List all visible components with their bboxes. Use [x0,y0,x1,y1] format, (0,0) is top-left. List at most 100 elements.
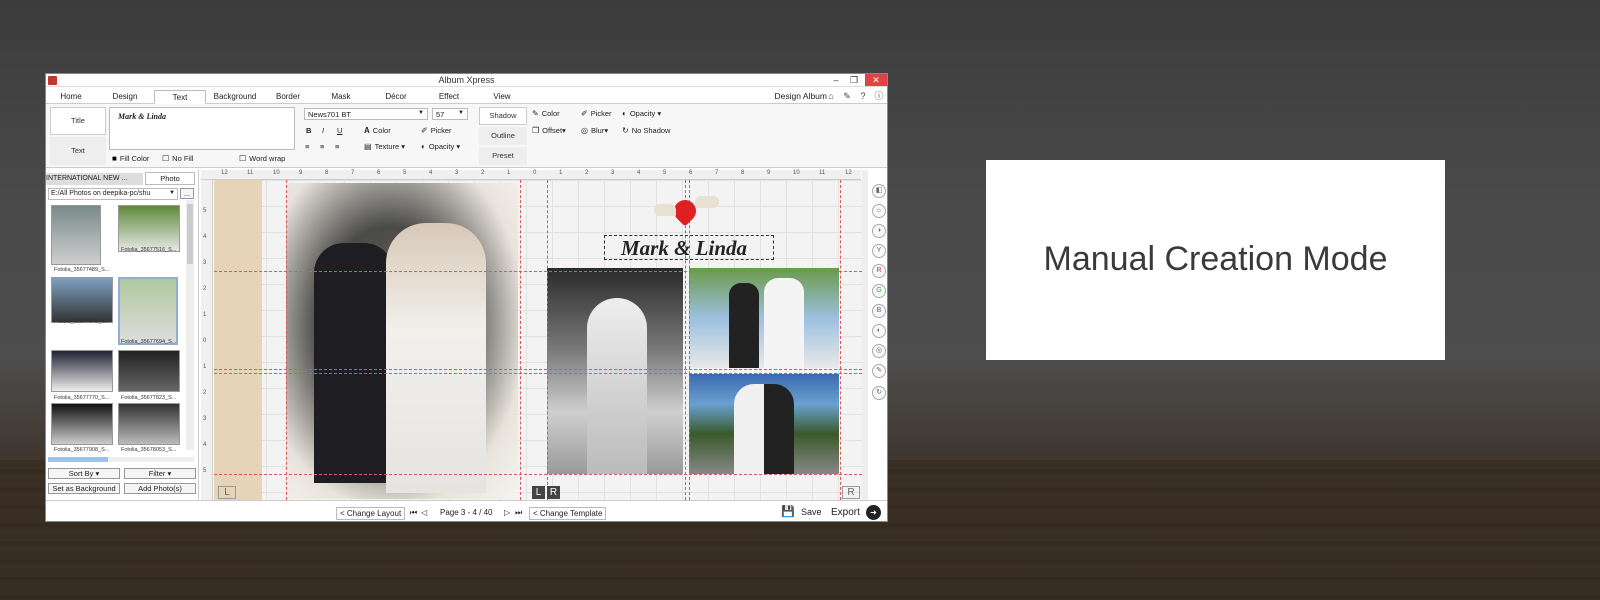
photo-thumbnail[interactable] [118,403,180,445]
offset-button[interactable]: ❐ Offset▾ [532,126,566,136]
tab-design[interactable]: Design [104,90,146,104]
photo-thumbnail[interactable] [118,205,180,252]
photo-thumbnail[interactable] [51,205,101,265]
tab-home[interactable]: Home [52,90,90,104]
brush-tool-icon[interactable]: ✎ [872,364,886,378]
folder-path-value: E:/All Photos on deepika-pc/shu [51,190,151,197]
red-tool-icon[interactable]: R [872,264,886,278]
photo-thumbnail[interactable] [51,403,113,445]
text-color-button[interactable]: A Color [364,126,391,136]
tab-effect[interactable]: Effect [429,90,469,104]
vignette-tool-icon[interactable]: ◎ [872,344,886,358]
browse-button[interactable]: ... [180,188,194,199]
folder-tab[interactable]: INTERNATIONAL NEW ... [46,173,143,185]
guide-line [214,369,862,370]
text-opacity-button[interactable]: ◐ Opacity ▾ [421,142,460,152]
photo-thumbnail[interactable] [51,350,113,392]
no-shadow-button[interactable]: ↻ No Shadow [622,126,670,136]
text-entry-field[interactable]: Mark & Linda [109,107,295,150]
tab-view[interactable]: View [484,90,520,104]
photo-thumbnail-selected[interactable] [118,277,178,345]
first-page-icon[interactable]: ⏮ [410,507,417,518]
couple-photo-bottom-right[interactable] [689,374,839,474]
preset-tab[interactable]: Preset [479,147,527,165]
align-right-icon[interactable]: ≡ [335,142,339,152]
wrench-icon[interactable]: ✎ [842,91,852,101]
filter-dropdown[interactable]: Filter ▾ [124,468,196,479]
shadow-color-button[interactable]: ✎ Color [532,109,560,119]
brightness-tool-icon[interactable]: ☼ [872,204,886,218]
yellow-tool-icon[interactable]: Y [872,244,886,258]
reset-tool-icon[interactable]: ↻ [872,386,886,400]
text-picker-button[interactable]: ✐ Picker [421,126,452,136]
bold-button[interactable]: B [306,126,311,136]
photo-thumbnail[interactable] [118,350,180,392]
checkbox-icon: ☐ [162,154,170,163]
change-template-button[interactable]: < Change Template [529,507,607,520]
tab-text[interactable]: Text [154,90,206,104]
info-icon[interactable]: ⓘ [874,91,884,101]
tab-background[interactable]: Background [209,90,261,104]
menu-tabs: Home Design Text Background Border Mask … [46,88,887,104]
home-icon[interactable]: ⌂ [826,91,836,101]
tab-mask[interactable]: Mask [322,90,360,104]
green-tool-icon[interactable]: G [872,284,886,298]
blue-tool-icon[interactable]: B [872,304,886,318]
title-mode-button[interactable]: Title [50,107,106,135]
fill-color-option[interactable]: ■ Fill Color [112,154,149,164]
export-button[interactable]: Export [831,507,860,518]
contrast-tool-icon[interactable]: ◑ [872,224,886,238]
shadow-opacity-button[interactable]: ◐ Opacity ▾ [622,109,661,119]
font-size-select[interactable]: 57 ▼ [432,108,468,120]
change-layout-button[interactable]: < Change Layout [336,507,406,520]
canvas-scrollbar[interactable] [862,170,868,500]
title-text[interactable]: Mark & Linda [621,236,747,261]
design-album-label[interactable]: Design Album [775,91,827,101]
last-page-icon[interactable]: ⏭ [515,507,522,518]
tab-border[interactable]: Border [268,90,308,104]
photo-thumbnail[interactable] [51,277,113,323]
text-mode-button[interactable]: Text [50,137,106,165]
outline-tab[interactable]: Outline [479,127,527,145]
no-fill-option[interactable]: ☐ No Fill [162,154,193,164]
shadow-tab[interactable]: Shadow [479,107,527,125]
scrollbar-thumb[interactable] [187,204,193,264]
ruler-tick-label: 1 [559,170,563,176]
shadow-picker-button[interactable]: ✐ Picker [581,109,612,119]
title-text-box[interactable]: Mark & Linda [604,235,774,260]
couple-photo-top-right[interactable] [689,268,839,368]
saturation-tool-icon[interactable]: ◐ [872,324,886,338]
save-icon[interactable]: 💾 [781,507,795,518]
horizontal-scrollbar[interactable] [48,457,194,462]
font-select[interactable]: News701 BT ▼ [304,108,428,120]
minimize-button[interactable]: – [826,74,846,86]
help-icon[interactable]: ? [858,91,868,101]
prev-page-icon[interactable]: ◁ [421,507,427,518]
sort-by-dropdown[interactable]: Sort By ▾ [48,468,120,479]
thumbnail-label: Fotolia_35677694_S... [121,339,177,345]
bw-bride-photo[interactable] [547,268,683,474]
export-arrow-icon[interactable]: ➜ [866,505,881,520]
align-left-icon[interactable]: ≡ [305,142,309,152]
tab-decor[interactable]: Décor [376,90,416,104]
align-center-icon[interactable]: ≡ [320,142,324,152]
next-page-icon[interactable]: ▷ [504,507,510,518]
italic-button[interactable]: I [322,126,324,136]
underline-button[interactable]: U [337,126,342,136]
close-button[interactable]: ✕ [865,74,887,86]
texture-button[interactable]: ▤ Texture ▾ [364,142,405,152]
chevron-down-icon: ▼ [418,110,424,116]
save-button[interactable]: Save [801,507,822,518]
folder-path-select[interactable]: E:/All Photos on deepika-pc/shu ▼ [48,188,178,200]
photo-tab[interactable]: Photo [145,172,195,185]
word-wrap-option[interactable]: ☐ Word wrap [239,154,285,164]
toggle-tool-icon[interactable]: ◧ [872,184,886,198]
set-as-background-button[interactable]: Set as Background [48,483,120,494]
album-canvas[interactable]: Mark & Linda L L R R [214,180,862,500]
add-photos-button[interactable]: Add Photo(s) [124,483,196,494]
maximize-button[interactable]: ❐ [844,74,864,86]
blur-button[interactable]: ◎ Blur▾ [581,126,608,136]
scrollbar-thumb[interactable] [48,457,108,462]
couple-photo-large[interactable] [286,183,518,499]
thumbnail-scrollbar[interactable] [186,200,194,450]
